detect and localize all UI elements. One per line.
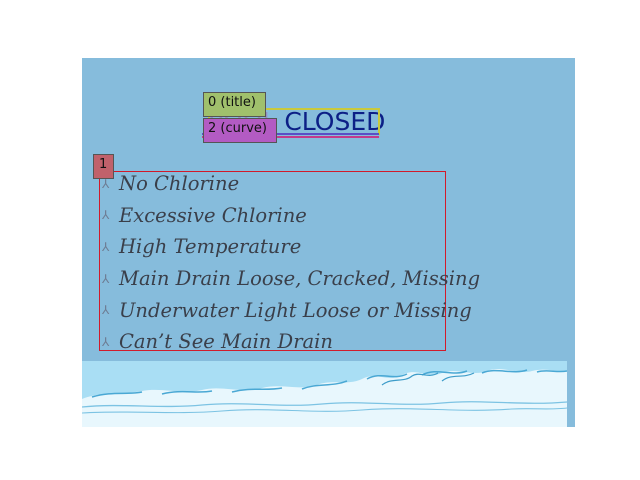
list-item-text: Can’t See Main Drain <box>119 330 333 354</box>
tri-star-bullet-icon: ⅄ <box>102 271 110 286</box>
list-annotation-tag: 1 <box>93 154 114 179</box>
slide-canvas: POOL CLOSED ⅄No Chlorine ⅄Excessive Chlo… <box>82 58 575 427</box>
wave-graphic <box>82 361 568 427</box>
tri-star-bullet-icon: ⅄ <box>102 208 110 223</box>
list-item: ⅄ Excessive Chlorine <box>102 200 480 232</box>
bullet-list[interactable]: ⅄ No Chlorine ⅄ Excessive Chlorine ⅄ High T… <box>102 168 480 358</box>
tri-star-bullet-icon: ⅄ <box>102 239 110 254</box>
list-item: ⅄ Can’t See Main Drain <box>102 326 480 358</box>
list-item-text: High Temperature <box>119 235 302 259</box>
tri-star-bullet-icon: ⅄ <box>102 303 110 318</box>
list-item-text: Main Drain Loose, Cracked, Missing <box>119 267 481 291</box>
water-illustration <box>82 361 568 427</box>
list-item: ⅄ Main Drain Loose, Cracked, Missing <box>102 263 480 295</box>
list-item-text: Excessive Chlorine <box>119 203 307 227</box>
list-item: ⅄ No Chlorine <box>102 168 480 200</box>
slide-edge-strip <box>567 361 575 427</box>
list-item: ⅄ Underwater Light Loose or Missing <box>102 294 480 326</box>
list-item-text: Underwater Light Loose or Missing <box>119 298 472 322</box>
list-item-text: No Chlorine <box>119 172 240 196</box>
list-item: ⅄ High Temperature <box>102 231 480 263</box>
tri-star-bullet-icon: ⅄ <box>102 334 110 349</box>
title-annotation-tag: 0 (title) <box>203 92 266 117</box>
curve-annotation-tag: 2 (curve) <box>203 118 277 143</box>
